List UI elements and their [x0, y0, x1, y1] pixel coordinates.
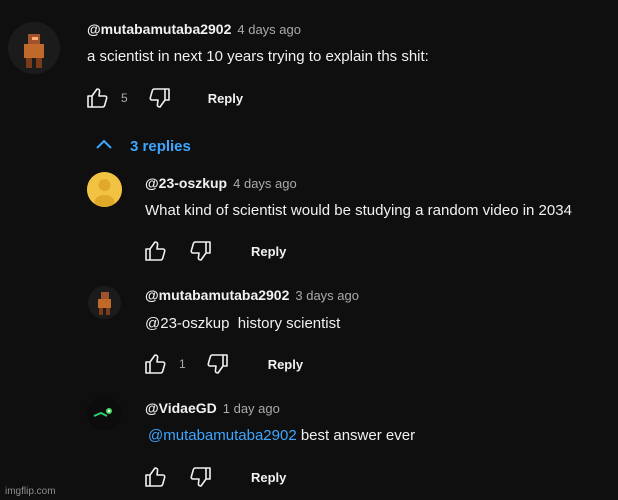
avatar[interactable] [87, 172, 122, 207]
reply-text: What kind of scientist would be studying… [145, 202, 572, 219]
comment-text: a scientist in next 10 years trying to e… [87, 48, 429, 65]
avatar[interactable] [88, 286, 121, 319]
mention-link[interactable]: @mutabamutaba2902 [148, 427, 297, 444]
dislike-icon[interactable] [187, 463, 215, 491]
like-icon[interactable] [141, 237, 169, 265]
replies-toggle[interactable]: 3 replies [94, 137, 191, 156]
dislike-icon[interactable] [146, 84, 174, 112]
reply-author[interactable]: @23-oszkup [145, 175, 227, 191]
reply-time[interactable]: 3 days ago [295, 288, 359, 303]
avatar[interactable] [8, 22, 60, 74]
like-count: 1 [179, 357, 186, 371]
reply-time[interactable]: 1 day ago [223, 401, 280, 416]
comment-time[interactable]: 4 days ago [237, 22, 301, 37]
dislike-icon[interactable] [187, 237, 215, 265]
reply-author[interactable]: @mutabamutaba2902 [145, 287, 289, 303]
reply-button[interactable]: Reply [251, 244, 286, 259]
reply-button[interactable]: Reply [208, 91, 243, 106]
reply-text-line: @mutabamutaba2902 best answer ever [148, 427, 415, 444]
like-count: 5 [121, 91, 128, 105]
reply-author[interactable]: @VidaeGD [145, 400, 217, 416]
reply-text: @23-oszkup history scientist [145, 315, 341, 332]
replies-toggle-label: 3 replies [130, 138, 191, 155]
like-icon[interactable] [141, 350, 169, 378]
comment-author[interactable]: @mutabamutaba2902 [87, 21, 231, 37]
chevron-up-icon [94, 137, 114, 156]
dislike-icon[interactable] [204, 350, 232, 378]
like-icon[interactable] [83, 84, 111, 112]
reply-button[interactable]: Reply [251, 470, 286, 485]
reply-text: best answer ever [296, 427, 416, 444]
avatar[interactable] [87, 396, 121, 430]
reply-button[interactable]: Reply [268, 357, 303, 372]
reply-time[interactable]: 4 days ago [233, 176, 297, 191]
like-icon[interactable] [141, 463, 169, 491]
watermark: imgflip.com [5, 486, 56, 497]
